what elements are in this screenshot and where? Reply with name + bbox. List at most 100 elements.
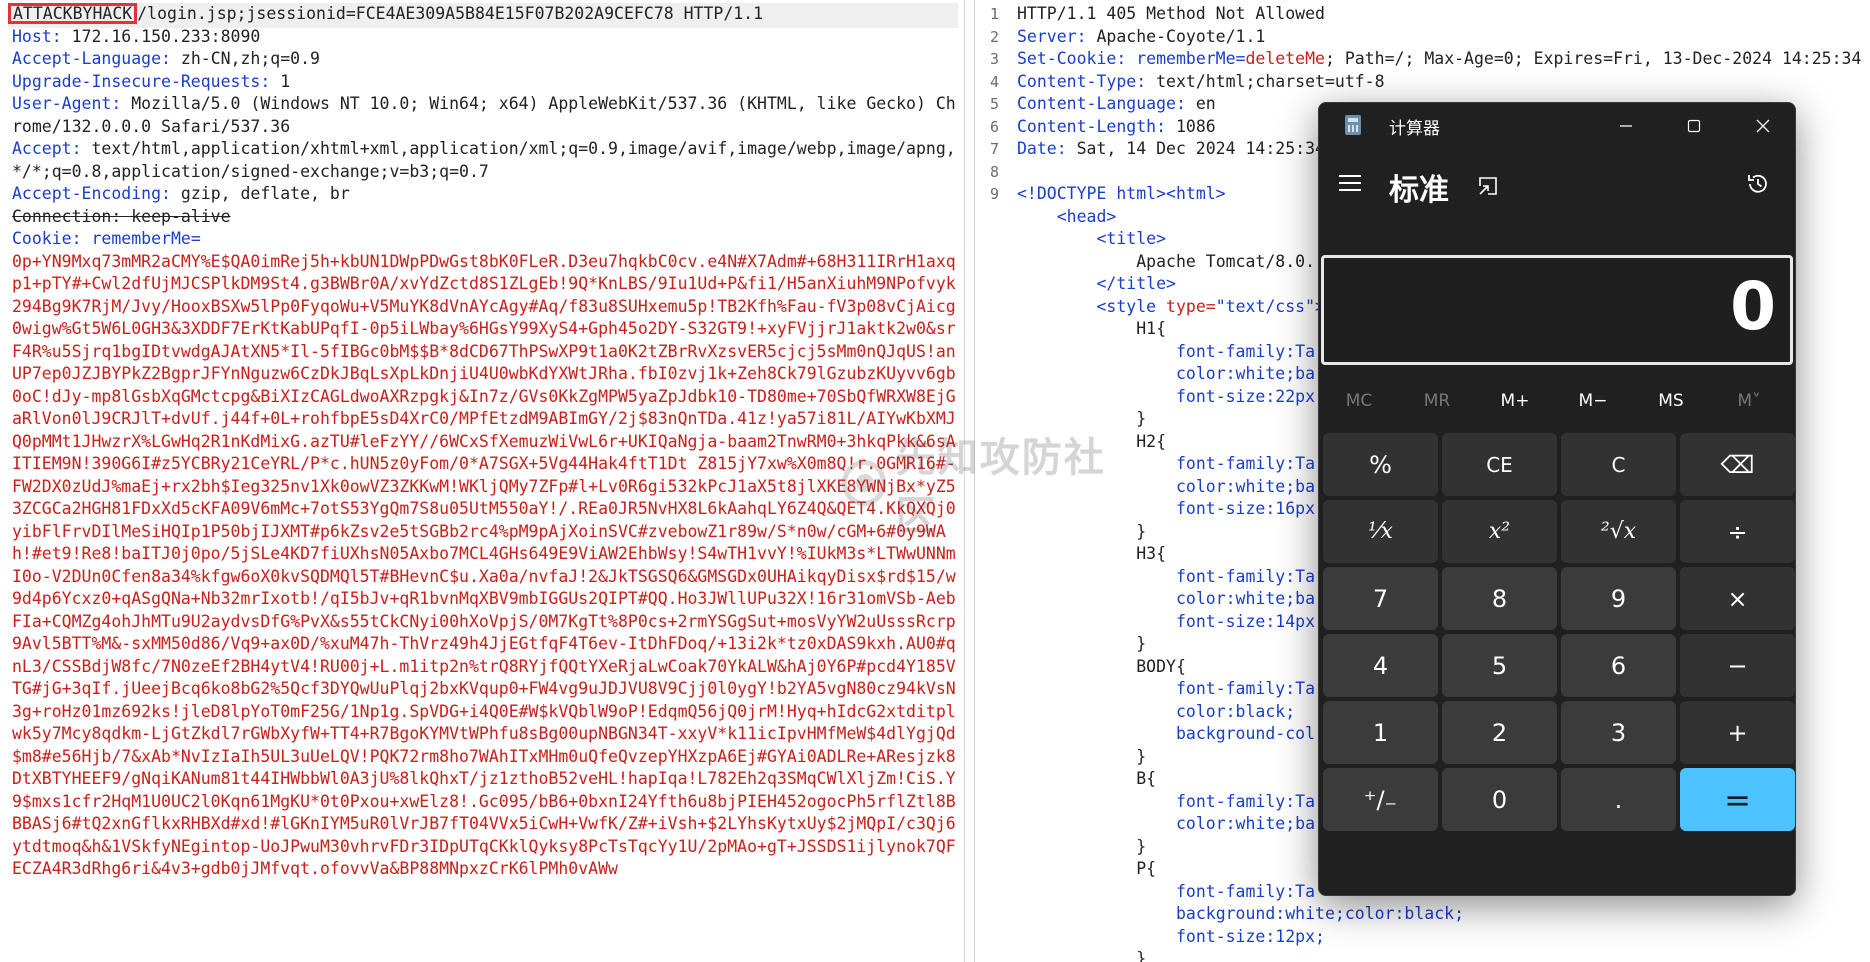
memory-button[interactable]: M˅ <box>1710 375 1788 427</box>
header-value: text/html;charset=utf-8 <box>1146 71 1385 91</box>
css-line: } <box>1017 948 1870 962</box>
connection-header: Connection: keep-alive <box>12 206 231 226</box>
maximize-button[interactable] <box>1660 103 1728 149</box>
css-property: color:white;ba <box>1175 476 1316 496</box>
http-method[interactable]: ATTACKBYHACK <box>8 3 138 24</box>
css-property: background-col <box>1175 724 1316 743</box>
cookie-deleteme: deleteMe <box>1245 49 1325 68</box>
style-attr-value: "text/css" <box>1215 296 1316 316</box>
css-selector: } <box>1136 634 1147 653</box>
digit-7-key[interactable]: 7 <box>1323 567 1438 630</box>
header-name: Accept-Encoding: <box>12 184 171 203</box>
display-value: 0 <box>1730 268 1776 345</box>
css-property: font-family:Ta <box>1175 566 1316 586</box>
request-header: Accept: text/html,application/xhtml+xml,… <box>12 138 956 183</box>
memory-row: MC MR M+ M− MS M˅ <box>1319 375 1795 427</box>
head-open-tag: <head> <box>1056 206 1117 226</box>
memory-button[interactable]: M− <box>1554 375 1632 427</box>
response-header: Set-Cookie: rememberMe=deleteMe; Path=/;… <box>1017 48 1870 71</box>
clear-key[interactable]: C <box>1561 433 1676 496</box>
css-property: font-family:Ta <box>1175 679 1316 698</box>
divide-key[interactable]: ÷ <box>1680 500 1795 563</box>
keep-on-top-icon[interactable] <box>1477 175 1499 197</box>
digit-3-key[interactable]: 3 <box>1561 701 1676 764</box>
css-property: font-family:Ta <box>1175 454 1316 473</box>
css-property: background:white;color:black; <box>1175 904 1465 923</box>
digit-6-key[interactable]: 6 <box>1561 634 1676 697</box>
digit-8-key[interactable]: 8 <box>1442 567 1557 630</box>
subtract-key[interactable]: − <box>1680 634 1795 697</box>
css-selector: B{ <box>1136 769 1157 788</box>
header-name: Set-Cookie: <box>1017 49 1127 68</box>
memory-button[interactable]: M+ <box>1476 375 1554 427</box>
header-name: Host: <box>12 26 62 46</box>
header-value: ; Path=/; Max-Age=0; Expires=Fri, 13-Dec… <box>1324 49 1870 68</box>
calculator-window[interactable]: 计算器 标准 0 MC MR M+ M− MS M˅ % CE C ⌫ ¹⁄x x² ²√x ÷ 7 8 9 ×… <box>1318 102 1796 896</box>
cookie-key: rememberMe= <box>1126 49 1246 68</box>
close-button[interactable] <box>1729 103 1795 149</box>
close-icon <box>1756 119 1770 133</box>
css-selector: H3{ <box>1136 544 1167 563</box>
css-selector: } <box>1136 836 1147 856</box>
header-name: Date: <box>1017 139 1067 158</box>
memory-button[interactable]: MR <box>1398 375 1476 427</box>
equals-key[interactable]: = <box>1680 768 1795 831</box>
line-number: 2 <box>989 27 999 46</box>
request-editor[interactable]: ATTACKBYHACK/login.jsp;jsessionid=FCE4AE… <box>8 3 956 881</box>
header-name: Accept-Language: <box>12 49 171 68</box>
request-headers: Host: 172.16.150.233:8090 Accept-Language… <box>12 26 956 206</box>
header-value: Mozilla/5.0 (Windows NT 10.0; Win64; x64… <box>12 94 956 136</box>
digit-4-key[interactable]: 4 <box>1323 634 1438 697</box>
history-icon[interactable] <box>1745 171 1771 197</box>
digit-9-key[interactable]: 9 <box>1561 567 1676 630</box>
window-title: 计算器 <box>1389 119 1440 139</box>
doctype: <!DOCTYPE html> <box>1017 184 1167 203</box>
cookie-value: 0p+YN9Mxq73mMR2aCMY%E$QA0imRej5h+kbUN1DW… <box>12 251 956 879</box>
css-selector: H2{ <box>1136 431 1167 451</box>
title-open-tag: <title> <box>1096 229 1167 248</box>
request-panel[interactable]: ATTACKBYHACK/login.jsp;jsessionid=FCE4AE… <box>0 0 965 962</box>
line-number: 6 <box>989 117 999 136</box>
request-header: Accept-Encoding: gzip, deflate, br <box>12 183 956 206</box>
negate-key[interactable]: ⁺∕₋ <box>1323 768 1438 831</box>
style-open-tag: <style <box>1096 296 1157 316</box>
status-line: HTTP/1.1 405 Method Not Allowed <box>1017 4 1325 23</box>
result-display: 0 <box>1321 255 1793 365</box>
cookie-header-name: Cookie: <box>12 229 82 248</box>
digit-1-key[interactable]: 1 <box>1323 701 1438 764</box>
line-number: 1 <box>989 5 999 23</box>
minimize-button[interactable] <box>1592 103 1660 149</box>
cookie-key: rememberMe= <box>81 229 201 248</box>
decimal-key[interactable]: . <box>1561 768 1676 831</box>
menu-icon[interactable] <box>1339 175 1363 193</box>
header-value: Sat, 14 Dec 2024 14:25:34 GM <box>1066 139 1355 158</box>
multiply-key[interactable]: × <box>1680 567 1795 630</box>
title-bar[interactable]: 计算器 <box>1319 103 1795 149</box>
digit-5-key[interactable]: 5 <box>1442 634 1557 697</box>
header-name: Content-Type: <box>1017 71 1147 91</box>
digit-0-key[interactable]: 0 <box>1442 768 1557 831</box>
digit-2-key[interactable]: 2 <box>1442 701 1557 764</box>
backspace-key[interactable]: ⌫ <box>1680 433 1795 496</box>
memory-button[interactable]: MC <box>1320 375 1398 427</box>
html-open-tag: <html> <box>1166 184 1226 203</box>
header-value: 172.16.150.233:8090 <box>61 26 261 46</box>
clear-entry-key[interactable]: CE <box>1442 433 1557 496</box>
css-property: color:white;ba <box>1175 814 1316 833</box>
line-number: 7 <box>989 140 999 158</box>
square-root-key[interactable]: ²√x <box>1561 500 1676 563</box>
request-line: ATTACKBYHACK/login.jsp;jsessionid=FCE4AE… <box>8 3 956 26</box>
header-value: en <box>1185 94 1216 113</box>
memory-button[interactable]: MS <box>1632 375 1710 427</box>
line-number: 3 <box>989 50 999 68</box>
line-number: 5 <box>989 95 999 113</box>
css-selector: } <box>1136 409 1147 428</box>
add-key[interactable]: + <box>1680 701 1795 764</box>
request-header: Upgrade-Insecure-Requests: 1 <box>12 71 956 94</box>
css-property: color:white;ba <box>1175 589 1316 608</box>
css-property: color:black; <box>1175 701 1296 721</box>
square-key[interactable]: x² <box>1442 500 1557 563</box>
reciprocal-key[interactable]: ¹⁄x <box>1323 500 1438 563</box>
title-close-tag: </title> <box>1096 274 1176 293</box>
percent-key[interactable]: % <box>1323 433 1438 496</box>
